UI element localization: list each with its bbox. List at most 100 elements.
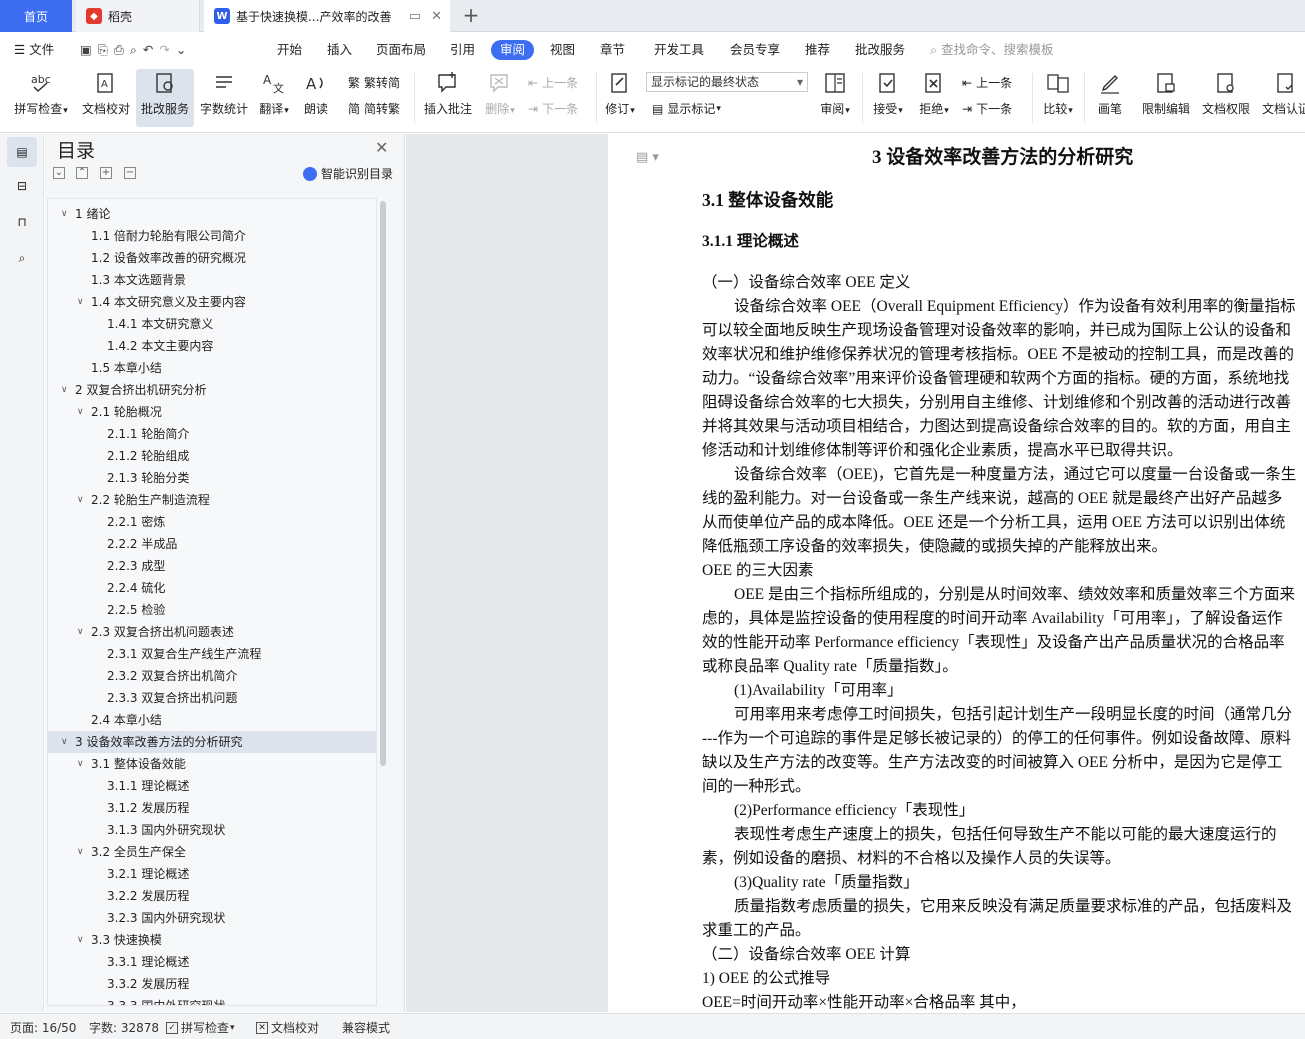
menu-reference[interactable]: 引用 (450, 40, 475, 60)
toc-item[interactable]: ∨ 2.2 轮胎生产制造流程 (48, 489, 376, 511)
toc-item[interactable]: 2.1.1 轮胎简介 (48, 423, 376, 445)
menu-devtools[interactable]: 开发工具 (654, 40, 704, 60)
chevron-down-icon[interactable]: ∨ (77, 753, 84, 775)
reject-button[interactable]: 拒绝▾ (914, 69, 954, 127)
toc-item[interactable]: ∨ 3 设备效率改善方法的分析研究 (48, 731, 376, 753)
accept-button[interactable]: 接受▾ (868, 69, 908, 127)
toc-item[interactable]: 3.2.1 理论概述 (48, 863, 376, 885)
next-comment-button[interactable]: ⇥ 下一条 (528, 99, 578, 119)
prev-change-button[interactable]: ⇤ 上一条 (962, 73, 1012, 93)
toc-item[interactable]: 1.2 设备效率改善的研究概况 (48, 247, 376, 269)
toc-item[interactable]: 2.4 本章小结 (48, 709, 376, 731)
menu-member[interactable]: 会员专享 (730, 40, 780, 60)
prev-comment-button[interactable]: ⇤ 上一条 (528, 73, 578, 93)
chevron-down-icon[interactable]: ∨ (77, 621, 84, 643)
chevron-down-icon[interactable]: ∨ (77, 489, 84, 511)
tab-daoke[interactable]: ◆ 稻壳 (76, 0, 200, 32)
menu-review[interactable]: 审阅 (491, 40, 535, 60)
show-markup-button[interactable]: ▤ 显示标记 ▾ (652, 99, 721, 119)
search-rail-button[interactable]: ⌕ (7, 243, 37, 273)
doc-permission-button[interactable]: 文档权限 (1198, 69, 1254, 127)
menu-view[interactable]: 视图 (550, 40, 575, 60)
save-icon[interactable]: ▣ (80, 42, 98, 57)
chevron-down-icon[interactable]: ∨ (61, 203, 68, 225)
tab-pin-icon[interactable]: ▭ (409, 9, 421, 24)
toc-item[interactable]: 3.2.2 发展历程 (48, 885, 376, 907)
toc-item[interactable]: 3.3.1 理论概述 (48, 951, 376, 973)
tab-document[interactable]: W 基于快速换模...产效率的改善 ▭ ✕ (204, 0, 450, 32)
toc-item[interactable]: 2.2.2 半成品 (48, 533, 376, 555)
toc-item[interactable]: ∨ 3.3 快速换模 (48, 929, 376, 951)
toc-item[interactable]: 3.1.1 理论概述 (48, 775, 376, 797)
pen-button[interactable]: 画笔 (1090, 69, 1130, 127)
more-icon[interactable]: ⌄ (176, 42, 192, 57)
expand-up-icon[interactable]: ⌃ (76, 167, 88, 179)
track-changes-button[interactable]: 修订▾ (600, 69, 640, 127)
toc-item[interactable]: 2.2.5 检验 (48, 599, 376, 621)
menu-insert[interactable]: 插入 (327, 40, 352, 60)
chevron-down-icon[interactable]: ∨ (61, 731, 68, 753)
new-tab-button[interactable]: + (460, 4, 482, 26)
toc-item[interactable]: 2.3.3 双复合挤出机问题 (48, 687, 376, 709)
menu-start[interactable]: 开始 (277, 40, 302, 60)
word-count-indicator[interactable]: 字数: 32878 (89, 1019, 159, 1036)
review-pane-button[interactable]: 审阅▾ (814, 69, 856, 127)
toc-item[interactable]: 1.4.1 本文研究意义 (48, 313, 376, 335)
toc-item[interactable]: ∨ 3.2 全员生产保全 (48, 841, 376, 863)
toc-item[interactable]: 1.3 本文选题背景 (48, 269, 376, 291)
toc-item[interactable]: ∨ 3.1 整体设备效能 (48, 753, 376, 775)
toc-item[interactable]: ∨ 2.1 轮胎概况 (48, 401, 376, 423)
read-aloud-button[interactable]: A 朗读 (298, 69, 334, 127)
bookmark-rail-button[interactable]: ⊓ (7, 207, 37, 237)
document-page[interactable]: ▤ ▾ 3 设备效率改善方法的分析研究 3.1 整体设备效能 3.1.1 理论概述 （… (608, 134, 1305, 1012)
toc-item[interactable]: ∨ 1.4 本文研究意义及主要内容 (48, 291, 376, 313)
page-menu-icon[interactable]: ▤ ▾ (636, 150, 659, 165)
toc-item[interactable]: ∨ 1 绪论 (48, 203, 376, 225)
spellcheck-button[interactable]: abc 拼写检查▾ (8, 69, 74, 127)
toc-item[interactable]: 3.3.3 国内外研究现状 (48, 995, 376, 1005)
toc-scrollbar[interactable] (380, 201, 386, 766)
undo-icon[interactable]: ↶ (143, 42, 159, 57)
toc-rail-button[interactable]: ▤ (7, 137, 37, 167)
quick-access-icons[interactable]: ▣⎘⎙⌕↶↷⌄ (80, 40, 192, 60)
toc-item[interactable]: 3.1.2 发展历程 (48, 797, 376, 819)
page-indicator[interactable]: 页面: 16/50 (10, 1019, 76, 1036)
collapse-all-icon[interactable]: ⌄ (53, 167, 65, 179)
redo-icon[interactable]: ↷ (159, 42, 175, 57)
tab-close-icon[interactable]: ✕ (431, 9, 442, 24)
to-traditional-button[interactable]: 繁繁转简 (348, 73, 400, 93)
toc-item[interactable]: 2.1.3 轮胎分类 (48, 467, 376, 489)
toc-item[interactable]: 2.2.3 成型 (48, 555, 376, 577)
toc-item[interactable]: 2.2.1 密炼 (48, 511, 376, 533)
close-icon[interactable]: ✕ (375, 138, 388, 157)
toc-item[interactable]: 3.2.3 国内外研究现状 (48, 907, 376, 929)
delete-comment-button[interactable]: 删除▾ (480, 69, 520, 127)
toc-item[interactable]: ∨ 2.3 双复合挤出机问题表述 (48, 621, 376, 643)
export-icon[interactable]: ⎘ (98, 42, 114, 57)
markup-mode-select[interactable]: 显示标记的最终状态 (646, 72, 808, 92)
correction-service-button[interactable]: 批改服务 (136, 69, 194, 127)
chevron-down-icon[interactable]: ∨ (77, 291, 84, 313)
translate-button[interactable]: A文 翻译▾ (254, 69, 294, 127)
word-count-button[interactable]: 字数统计 (196, 69, 252, 127)
chevron-down-icon[interactable]: ∨ (61, 379, 68, 401)
toc-item[interactable]: 3.1.3 国内外研究现状 (48, 819, 376, 841)
menu-layout[interactable]: 页面布局 (376, 40, 426, 60)
compare-button[interactable]: 比较▾ (1038, 69, 1078, 127)
chapter-rail-button[interactable]: ⊟ (7, 171, 37, 201)
chevron-down-icon[interactable]: ∨ (77, 929, 84, 951)
doc-auth-button[interactable]: 文档认证 (1258, 69, 1305, 127)
tab-home[interactable]: 首页 (0, 0, 72, 32)
spellcheck-toggle[interactable]: ✓ 拼写检查 ▾ (166, 1019, 235, 1036)
toc-item[interactable]: 2.1.2 轮胎组成 (48, 445, 376, 467)
next-change-button[interactable]: ⇥ 下一条 (962, 99, 1012, 119)
menu-recommend[interactable]: 推荐 (805, 40, 830, 60)
toc-item[interactable]: 2.3.2 双复合挤出机简介 (48, 665, 376, 687)
command-search[interactable]: ⌕ 查找命令、搜索模板 (930, 40, 1054, 60)
file-menu[interactable]: ☰ 文件 (14, 40, 54, 60)
remove-heading-icon[interactable]: − (124, 167, 136, 179)
doc-check-toggle[interactable]: ✕ 文档校对 (256, 1019, 319, 1036)
restrict-edit-button[interactable]: 限制编辑 (1138, 69, 1194, 127)
preview-icon[interactable]: ⌕ (130, 42, 143, 57)
chevron-down-icon[interactable]: ∨ (77, 401, 84, 423)
